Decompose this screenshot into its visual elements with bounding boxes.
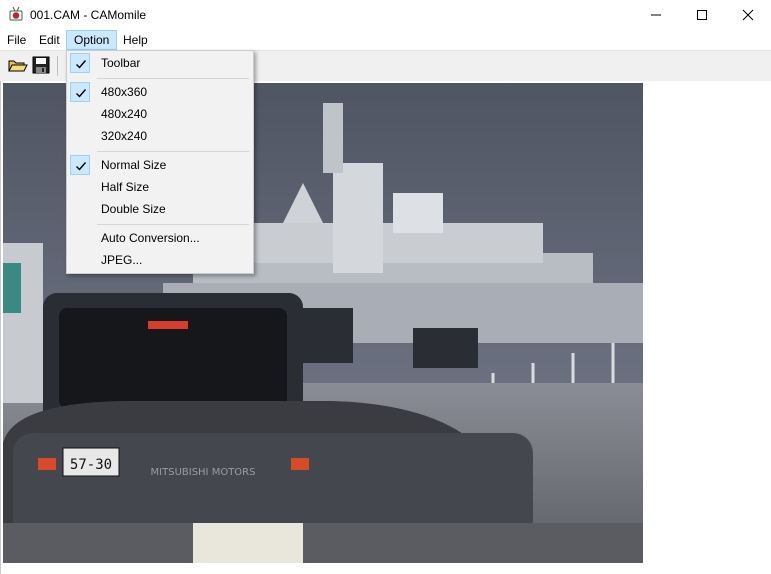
open-folder-icon [8, 60, 28, 72]
close-icon [742, 9, 754, 21]
close-button[interactable] [725, 0, 771, 30]
menu-item-auto-conversion[interactable]: Auto Conversion... [67, 227, 253, 249]
menu-item-label: 320x240 [101, 129, 148, 143]
menu-separator [97, 78, 249, 79]
menu-option[interactable]: Option [66, 30, 118, 50]
save-disk-icon [32, 56, 50, 74]
minimize-button[interactable] [633, 0, 679, 30]
menu-item-480x240[interactable]: 480x240 [67, 103, 253, 125]
checkmark-icon [70, 82, 90, 102]
checkmark-icon [70, 53, 90, 73]
menu-item-normal-size[interactable]: Normal Size [67, 154, 253, 176]
menu-item-half-size[interactable]: Half Size [67, 176, 253, 198]
menu-edit[interactable]: Edit [32, 30, 67, 50]
license-plate: 57-30 [70, 457, 112, 473]
menu-item-double-size[interactable]: Double Size [67, 198, 253, 220]
menu-item-320x240[interactable]: 320x240 [67, 125, 253, 147]
open-button[interactable] [6, 54, 28, 76]
menu-item-label: Auto Conversion... [101, 231, 200, 245]
minimize-icon [651, 14, 661, 16]
menu-file[interactable]: File [0, 30, 33, 50]
menu-item-label: 480x360 [101, 85, 148, 99]
menu-item-label: Normal Size [101, 158, 167, 172]
menu-item-480x360[interactable]: 480x360 [67, 81, 253, 103]
menu-item-label: Double Size [101, 202, 166, 216]
menu-separator [97, 224, 249, 225]
title-bar[interactable]: 001.CAM - CAMomile [0, 0, 771, 31]
option-menu-dropdown: Toolbar 480x360 480x240 320x240 Normal S… [66, 50, 254, 274]
menu-item-label: Half Size [101, 180, 150, 194]
menu-separator [97, 151, 249, 152]
camomile-app-icon [9, 6, 23, 21]
menu-item-jpeg[interactable]: JPEG... [67, 249, 253, 271]
maximize-button[interactable] [679, 0, 725, 30]
menu-item-toolbar[interactable]: Toolbar [67, 52, 253, 74]
menu-item-label: JPEG... [101, 253, 143, 267]
menu-item-label: 480x240 [101, 107, 148, 121]
vehicle-brand-text: MITSUBISHI MOTORS [151, 467, 256, 478]
menu-help[interactable]: Help [116, 30, 155, 50]
checkmark-icon [70, 155, 90, 175]
save-button[interactable] [30, 54, 52, 76]
toolbar-separator [57, 56, 58, 76]
menu-item-label: Toolbar [101, 56, 141, 70]
window-title: 001.CAM - CAMomile [30, 8, 147, 22]
menu-bar: File Edit Option Help [0, 30, 771, 50]
maximize-icon [697, 10, 707, 20]
